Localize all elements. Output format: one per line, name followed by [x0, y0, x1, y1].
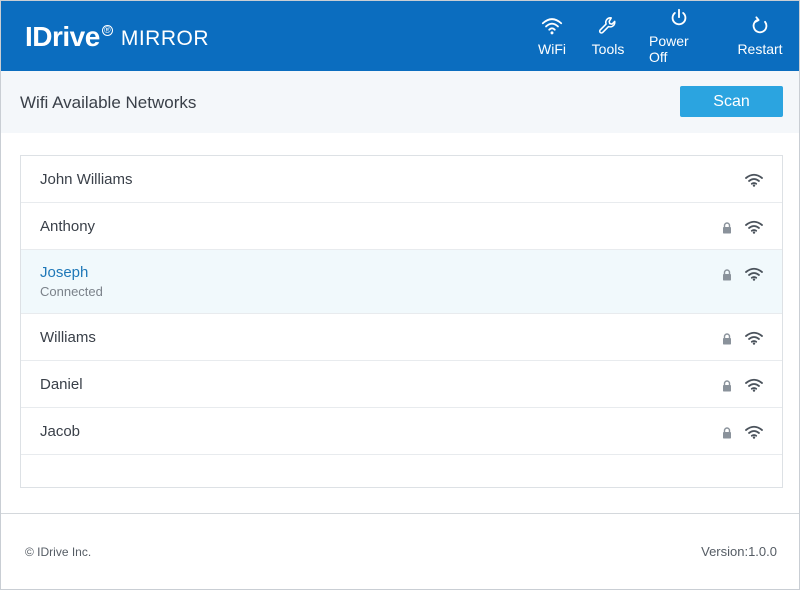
nav-power-off-label: Power Off: [649, 33, 689, 65]
lock-icon: [722, 379, 732, 392]
nav-power-off-button[interactable]: Power Off: [637, 1, 721, 71]
network-row[interactable]: Anthony: [21, 203, 782, 250]
wifi-signal-icon: [745, 267, 763, 281]
nav-tools-label: Tools: [591, 41, 625, 57]
power-icon: [671, 8, 687, 26]
network-name: Anthony: [40, 218, 96, 235]
wifi-signal-icon: [745, 173, 763, 187]
subheader-bar: Wifi Available Networks Scan: [1, 71, 799, 133]
network-name: Daniel: [40, 376, 83, 393]
lock-icon: [722, 268, 732, 281]
network-row[interactable]: John Williams: [21, 156, 782, 203]
copyright-text: © IDrive Inc.: [25, 545, 92, 559]
nav-restart-label: Restart: [737, 41, 783, 57]
logo-suffix: MIRROR: [120, 26, 209, 50]
footer-divider: [1, 513, 799, 514]
network-row[interactable]: Williams: [21, 314, 782, 361]
scan-button[interactable]: Scan: [680, 86, 783, 117]
logo-brand: IDrive: [25, 21, 100, 52]
lock-icon: [722, 221, 732, 234]
lock-icon: [722, 332, 732, 345]
connection-status: Connected: [40, 284, 103, 299]
restart-icon: [752, 16, 768, 34]
network-row[interactable]: Joseph Connected: [21, 250, 782, 314]
wifi-signal-icon: [745, 220, 763, 234]
page-title: Wifi Available Networks: [20, 93, 197, 112]
network-name: Jacob: [40, 423, 81, 440]
header-bar: IDrive ® MIRROR WiFi Tools Power Off Res…: [1, 1, 799, 71]
network-row[interactable]: Daniel: [21, 361, 782, 408]
nav-tools-button[interactable]: Tools: [579, 1, 637, 71]
network-name: Williams: [40, 329, 96, 346]
nav-wifi-label: WiFi: [538, 41, 566, 57]
network-name: John Williams: [40, 171, 133, 188]
wifi-signal-icon: [745, 425, 763, 439]
wifi-icon: [541, 18, 563, 35]
network-list: John Williams Anthony Joseph Connected Willi…: [20, 155, 783, 488]
lock-icon: [722, 426, 732, 439]
wrench-icon: [598, 17, 616, 34]
network-name: Joseph: [40, 264, 89, 281]
network-row[interactable]: Jacob: [21, 408, 782, 455]
version-text: Version:1.0.0: [701, 544, 777, 559]
nav-restart-button[interactable]: Restart: [721, 1, 799, 71]
idrive-mirror-logo: IDrive ® MIRROR: [25, 17, 209, 57]
wifi-signal-icon: [745, 331, 763, 345]
top-nav: WiFi Tools Power Off Restart: [525, 1, 799, 71]
nav-wifi-button[interactable]: WiFi: [525, 1, 579, 71]
wifi-signal-icon: [745, 378, 763, 392]
app-window: IDrive ® MIRROR WiFi Tools Power Off Res…: [0, 0, 800, 590]
registered-mark: ®: [101, 24, 113, 36]
